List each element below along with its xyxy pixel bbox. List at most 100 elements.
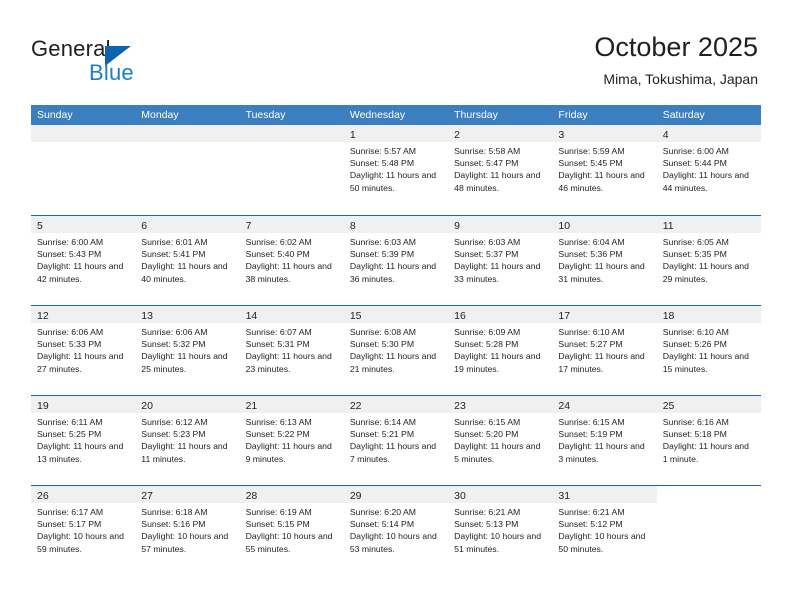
- calendar-day-cell[interactable]: 31 Sunrise: 6:21 AM Sunset: 5:12 PM Dayligh…: [552, 486, 657, 575]
- daylight-text: Daylight: 11 hours and 19 minutes.: [454, 351, 541, 374]
- daylight-text: Daylight: 11 hours and 1 minute.: [662, 441, 749, 464]
- daylight-text: Daylight: 11 hours and 27 minutes.: [37, 351, 124, 374]
- daylight-text: Daylight: 11 hours and 38 minutes.: [245, 261, 332, 284]
- day-number: 6: [141, 220, 148, 232]
- calendar-day-cell[interactable]: 19 Sunrise: 6:11 AM Sunset: 5:25 PM Dayligh…: [31, 396, 136, 485]
- day-details: Sunrise: 6:14 AM Sunset: 5:21 PM Daylight:…: [344, 413, 448, 465]
- calendar-day-cell[interactable]: 15 Sunrise: 6:08 AM Sunset: 5:30 PM Dayligh…: [343, 306, 449, 395]
- calendar-day-cell[interactable]: 16 Sunrise: 6:09 AM Sunset: 5:28 PM Dayligh…: [448, 306, 553, 395]
- calendar-day-cell[interactable]: 12 Sunrise: 6:06 AM Sunset: 5:33 PM Dayligh…: [31, 306, 136, 395]
- calendar-day-cell[interactable]: 21 Sunrise: 6:13 AM Sunset: 5:22 PM Dayligh…: [239, 396, 344, 485]
- calendar-week-row: 12 Sunrise: 6:06 AM Sunset: 5:33 PM Dayligh…: [31, 305, 761, 395]
- day-details: Sunrise: 6:17 AM Sunset: 5:17 PM Daylight:…: [31, 503, 135, 555]
- calendar-day-cell[interactable]: 7 Sunrise: 6:02 AM Sunset: 5:40 PM Daylight…: [239, 216, 344, 305]
- daylight-text: Daylight: 10 hours and 53 minutes.: [349, 531, 437, 554]
- calendar-day-cell[interactable]: 18 Sunrise: 6:10 AM Sunset: 5:26 PM Dayligh…: [656, 306, 761, 395]
- day-number: 13: [141, 310, 153, 322]
- day-details: Sunrise: 6:21 AM Sunset: 5:12 PM Daylight:…: [552, 503, 656, 555]
- calendar-day-cell[interactable]: 14 Sunrise: 6:07 AM Sunset: 5:31 PM Dayligh…: [239, 306, 344, 395]
- location-subtitle: Mima, Tokushima, Japan: [603, 71, 758, 87]
- day-number-band: 19: [31, 396, 136, 413]
- day-number-band: 13: [135, 306, 240, 323]
- sunset-text: Sunset: 5:19 PM: [558, 429, 623, 440]
- calendar-day-cell[interactable]: 8 Sunrise: 6:03 AM Sunset: 5:39 PM Daylight…: [343, 216, 449, 305]
- calendar-day-cell[interactable]: 23 Sunrise: 6:15 AM Sunset: 5:20 PM Dayligh…: [448, 396, 553, 485]
- calendar-weeks: 1 Sunrise: 5:57 AM Sunset: 5:48 PM Daylight…: [31, 125, 761, 575]
- sunset-text: Sunset: 5:31 PM: [245, 339, 310, 350]
- day-number: 4: [662, 129, 669, 141]
- day-number-band: 7: [239, 216, 344, 233]
- daylight-text: Daylight: 11 hours and 21 minutes.: [349, 351, 437, 374]
- sunrise-text: Sunrise: 6:02 AM: [245, 237, 312, 247]
- sunrise-text: Sunrise: 6:13 AM: [245, 417, 312, 427]
- sunrise-text: Sunrise: 6:03 AM: [349, 237, 417, 247]
- calendar-day-cell[interactable]: 22 Sunrise: 6:14 AM Sunset: 5:21 PM Dayligh…: [343, 396, 449, 485]
- day-details: Sunrise: 6:10 AM Sunset: 5:26 PM Daylight:…: [657, 323, 761, 375]
- calendar-day-cell[interactable]: 9 Sunrise: 6:03 AM Sunset: 5:37 PM Daylight…: [448, 216, 553, 305]
- day-number-band: 3: [552, 125, 657, 142]
- day-details: Sunrise: 5:57 AM Sunset: 5:48 PM Daylight:…: [344, 142, 448, 194]
- sunset-text: Sunset: 5:26 PM: [662, 339, 727, 350]
- calendar-day-cell[interactable]: 27 Sunrise: 6:18 AM Sunset: 5:16 PM Dayligh…: [135, 486, 240, 575]
- daylight-text: Daylight: 11 hours and 40 minutes.: [141, 261, 228, 284]
- sunset-text: Sunset: 5:20 PM: [454, 429, 519, 440]
- sunset-text: Sunset: 5:44 PM: [662, 158, 727, 169]
- sunset-text: Sunset: 5:18 PM: [662, 429, 727, 440]
- sunset-text: Sunset: 5:35 PM: [662, 249, 727, 260]
- calendar-day-cell[interactable]: 3 Sunrise: 5:59 AM Sunset: 5:45 PM Daylight…: [552, 125, 657, 215]
- day-number-band: 31: [552, 486, 657, 503]
- calendar-day-cell[interactable]: 1 Sunrise: 5:57 AM Sunset: 5:48 PM Daylight…: [343, 125, 449, 215]
- calendar-day-cell[interactable]: 30 Sunrise: 6:21 AM Sunset: 5:13 PM Dayligh…: [448, 486, 553, 575]
- day-number: 31: [558, 490, 571, 502]
- day-number-band: 18: [656, 306, 761, 323]
- calendar-day-cell[interactable]: 24 Sunrise: 6:15 AM Sunset: 5:19 PM Dayligh…: [552, 396, 657, 485]
- brand-logo[interactable]: General Blue: [31, 36, 251, 88]
- day-number-band: 23: [448, 396, 553, 413]
- daylight-text: Daylight: 11 hours and 42 minutes.: [37, 261, 124, 284]
- daylight-text: Daylight: 11 hours and 13 minutes.: [37, 441, 124, 464]
- weekday-header-saturday: Saturday: [662, 109, 705, 121]
- calendar-day-cell[interactable]: 26 Sunrise: 6:17 AM Sunset: 5:17 PM Dayligh…: [31, 486, 136, 575]
- calendar-day-cell-empty: [31, 125, 136, 215]
- calendar-day-cell[interactable]: 10 Sunrise: 6:04 AM Sunset: 5:36 PM Dayligh…: [552, 216, 657, 305]
- calendar-day-cell[interactable]: 17 Sunrise: 6:10 AM Sunset: 5:27 PM Dayligh…: [552, 306, 657, 395]
- sunrise-text: Sunrise: 6:17 AM: [37, 507, 104, 517]
- daylight-text: Daylight: 11 hours and 50 minutes.: [349, 170, 437, 193]
- sunrise-text: Sunrise: 6:12 AM: [141, 417, 208, 427]
- sunrise-text: Sunrise: 6:05 AM: [662, 237, 729, 247]
- day-number-band: 30: [448, 486, 553, 503]
- sunset-text: Sunset: 5:23 PM: [141, 429, 206, 440]
- day-number: 16: [454, 310, 466, 322]
- calendar-day-cell[interactable]: 20 Sunrise: 6:12 AM Sunset: 5:23 PM Dayligh…: [135, 396, 240, 485]
- day-details: Sunrise: 6:15 AM Sunset: 5:20 PM Daylight:…: [448, 413, 552, 465]
- day-details: Sunrise: 6:08 AM Sunset: 5:30 PM Daylight:…: [344, 323, 448, 375]
- calendar-day-cell[interactable]: 11 Sunrise: 6:05 AM Sunset: 5:35 PM Dayligh…: [656, 216, 761, 305]
- sunset-text: Sunset: 5:45 PM: [558, 158, 623, 169]
- day-number: 17: [558, 310, 571, 322]
- day-details: Sunrise: 6:20 AM Sunset: 5:14 PM Daylight:…: [344, 503, 448, 555]
- day-number-band: 5: [31, 216, 136, 233]
- day-number-band: 26: [31, 486, 136, 503]
- day-number: 29: [349, 490, 362, 502]
- calendar-day-cell[interactable]: 6 Sunrise: 6:01 AM Sunset: 5:41 PM Daylight…: [135, 216, 240, 305]
- calendar-day-cell[interactable]: 25 Sunrise: 6:16 AM Sunset: 5:18 PM Dayligh…: [656, 396, 761, 485]
- calendar-day-cell[interactable]: 29 Sunrise: 6:20 AM Sunset: 5:14 PM Dayligh…: [343, 486, 449, 575]
- calendar-day-cell[interactable]: 28 Sunrise: 6:19 AM Sunset: 5:15 PM Dayligh…: [239, 486, 344, 575]
- sunrise-text: Sunrise: 6:10 AM: [662, 327, 729, 337]
- calendar-day-cell[interactable]: 13 Sunrise: 6:06 AM Sunset: 5:32 PM Dayligh…: [135, 306, 240, 395]
- sunrise-text: Sunrise: 6:10 AM: [558, 327, 625, 337]
- title-block: October 2025 Mima, Tokushima, Japan: [594, 30, 758, 88]
- day-details: Sunrise: 6:18 AM Sunset: 5:16 PM Daylight:…: [135, 503, 239, 555]
- calendar-day-cell[interactable]: 4 Sunrise: 6:00 AM Sunset: 5:44 PM Daylight…: [656, 125, 761, 215]
- day-number: 25: [662, 400, 675, 412]
- day-number-band: 6: [135, 216, 240, 233]
- day-number-band: [135, 125, 240, 142]
- day-details: Sunrise: 6:06 AM Sunset: 5:33 PM Daylight:…: [31, 323, 135, 375]
- sunrise-text: Sunrise: 6:18 AM: [141, 507, 208, 517]
- calendar-day-cell[interactable]: 5 Sunrise: 6:00 AM Sunset: 5:43 PM Daylight…: [31, 216, 136, 305]
- sunset-text: Sunset: 5:41 PM: [141, 249, 206, 260]
- day-number-band: 20: [135, 396, 240, 413]
- day-number-band: 15: [343, 306, 449, 323]
- calendar-day-cell[interactable]: 2 Sunrise: 5:58 AM Sunset: 5:47 PM Daylight…: [448, 125, 553, 215]
- day-number-band: 8: [343, 216, 449, 233]
